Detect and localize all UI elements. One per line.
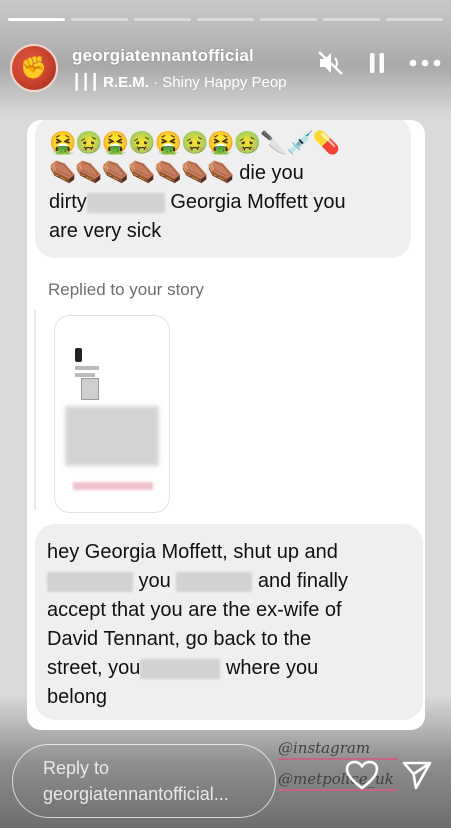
message-text: where you — [220, 657, 319, 679]
message-bubble-1: 🤮🤢🤮🤢🤮🤢🤮🤢🔪💉💊 ⚰️⚰️⚰️⚰️⚰️⚰️⚰️ die you dirty… — [35, 120, 411, 258]
message-line: ⚰️⚰️⚰️⚰️⚰️⚰️⚰️ die you — [49, 157, 397, 188]
music-info[interactable]: ┃┃┃ R.E.M. · Shiny Happy People — [72, 73, 287, 91]
story-thumbnail — [54, 315, 170, 513]
conversation-screenshot: 🤮🤢🤮🤢🤮🤢🤮🤢🔪💉💊 ⚰️⚰️⚰️⚰️⚰️⚰️⚰️ die you dirty… — [27, 120, 425, 730]
raised-fist-icon: ✊ — [20, 55, 48, 80]
reply-divider — [34, 310, 36, 510]
message-text: hey Georgia Moffett, shut up and — [47, 541, 338, 563]
progress-segment — [197, 18, 254, 21]
header-controls — [317, 50, 441, 76]
story-header: ✊ georgiatennantofficial ┃┃┃ R.E.M. · Shi… — [10, 40, 441, 100]
coffin-emojis: ⚰️⚰️⚰️⚰️⚰️⚰️⚰️ — [49, 159, 235, 184]
thumb-text-line — [75, 373, 95, 377]
redacted-text — [176, 571, 253, 592]
message-text: and finally — [252, 570, 348, 592]
message-text: street, you — [47, 657, 141, 679]
message-text: Georgia Moffett you — [170, 191, 346, 213]
message-text: David Tennant, go back to the — [47, 628, 312, 650]
message-text: are very sick — [49, 220, 162, 242]
message-line: street, you where you — [47, 654, 411, 683]
mention-instagram[interactable]: @instagram — [278, 738, 398, 760]
thumb-blurred-bar — [73, 482, 153, 490]
message-text: dirty — [49, 191, 87, 213]
music-separator: · — [148, 74, 163, 91]
thumb-blurred-area — [65, 406, 159, 466]
redacted-text — [140, 658, 221, 679]
reply-placeholder-line1: Reply to — [43, 758, 110, 778]
message-text: die you — [233, 162, 304, 184]
avatar[interactable]: ✊ — [10, 44, 58, 92]
message-line: dirty Georgia Moffett you — [49, 188, 397, 217]
message-text: belong — [47, 686, 108, 708]
thumb-text-line — [75, 366, 99, 370]
thumb-image — [81, 378, 99, 400]
mute-icon[interactable] — [317, 50, 345, 76]
progress-segment — [323, 18, 380, 21]
music-artist: R.E.M. — [103, 74, 149, 91]
emoji-line: 🤮🤢🤮🤢🤮🤢🤮🤢🔪💉💊 — [49, 130, 340, 155]
story-progress — [8, 18, 443, 21]
message-text: you — [133, 570, 171, 592]
message-bubble-2: hey Georgia Moffett, shut up and you and… — [35, 524, 423, 720]
progress-segment — [134, 18, 191, 21]
music-bars-icon: ┃┃┃ — [72, 74, 100, 91]
progress-segment — [71, 18, 128, 21]
replied-label: Replied to your story — [48, 280, 204, 299]
redacted-text — [47, 571, 133, 592]
music-song: Shiny Happy People — [162, 74, 287, 91]
redacted-text — [86, 192, 165, 213]
thumb-phone-icon — [75, 348, 82, 362]
message-line: you and finally — [47, 567, 411, 596]
reply-input[interactable]: Reply to georgiatennantofficial... — [12, 744, 276, 818]
username[interactable]: georgiatennantofficial — [72, 46, 254, 66]
progress-segment — [260, 18, 317, 21]
story-frame: ✊ georgiatennantofficial ┃┃┃ R.E.M. · Shi… — [0, 0, 451, 828]
bottom-actions — [345, 760, 433, 795]
send-icon[interactable] — [401, 760, 433, 795]
message-text: accept that you are the ex-wife of — [47, 599, 342, 621]
more-icon[interactable] — [409, 59, 441, 67]
reply-placeholder-line2: georgiatennantofficial... — [43, 784, 229, 804]
progress-segment — [8, 18, 65, 21]
heart-icon[interactable] — [345, 760, 379, 795]
pause-icon[interactable] — [367, 51, 387, 75]
progress-segment — [386, 18, 443, 21]
